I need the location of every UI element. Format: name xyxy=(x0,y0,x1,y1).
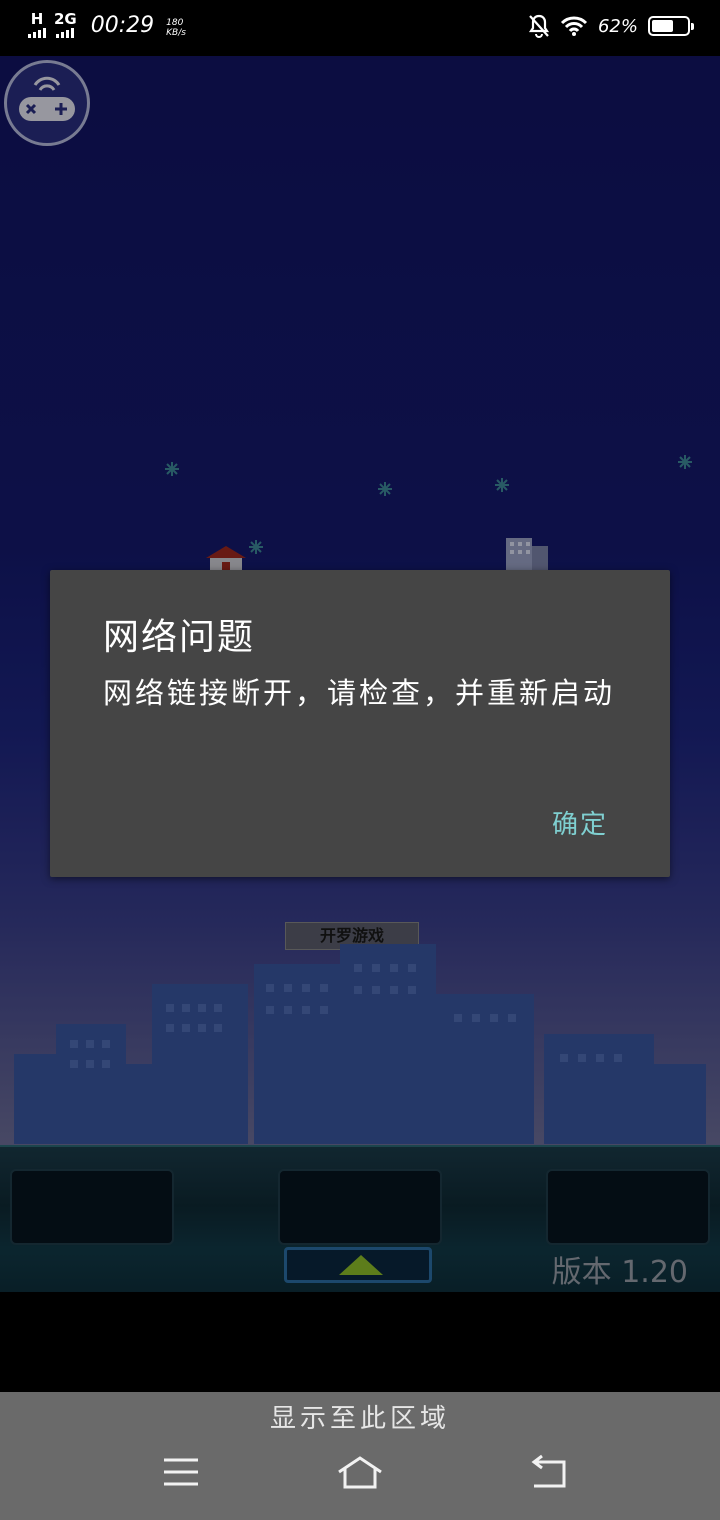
ok-button[interactable]: 确定 xyxy=(552,804,608,841)
menu-icon[interactable] xyxy=(156,1452,206,1492)
net-speed: 180 KB/s xyxy=(166,18,186,38)
home-icon[interactable] xyxy=(335,1452,385,1492)
network-2g-indicator: 2G xyxy=(54,12,77,38)
network-type-label: H xyxy=(30,10,44,28)
status-left: H 2G 00:29 180 KB/s xyxy=(28,12,186,38)
battery-fill xyxy=(652,20,674,32)
status-right: 62% xyxy=(528,14,694,38)
wifi-icon xyxy=(560,16,588,36)
battery-percent: 62% xyxy=(597,15,638,37)
signal-bars-icon xyxy=(28,28,46,38)
notifications-off-icon xyxy=(528,14,550,38)
net-speed-value: 180 xyxy=(166,18,184,28)
bottom-hint-area: 显示至此区域 xyxy=(0,1392,720,1520)
hint-text: 显示至此区域 xyxy=(269,1404,450,1434)
net-speed-unit: KB/s xyxy=(166,28,186,38)
network-error-dialog: 网络问题 网络链接断开，请检查，并重新启动 确定 xyxy=(50,570,670,877)
network-h-indicator: H xyxy=(28,12,46,38)
signal-bars-2-icon xyxy=(56,28,75,38)
status-bar: H 2G 00:29 180 KB/s 62% xyxy=(0,0,720,56)
dialog-title: 网络问题 xyxy=(103,617,256,658)
back-icon[interactable] xyxy=(524,1452,574,1492)
clock: 00:29 xyxy=(90,13,155,38)
network-type-2-label: 2G xyxy=(54,10,77,28)
battery-icon xyxy=(648,16,694,36)
dialog-message: 网络链接断开，请检查，并重新启动 xyxy=(103,676,616,710)
